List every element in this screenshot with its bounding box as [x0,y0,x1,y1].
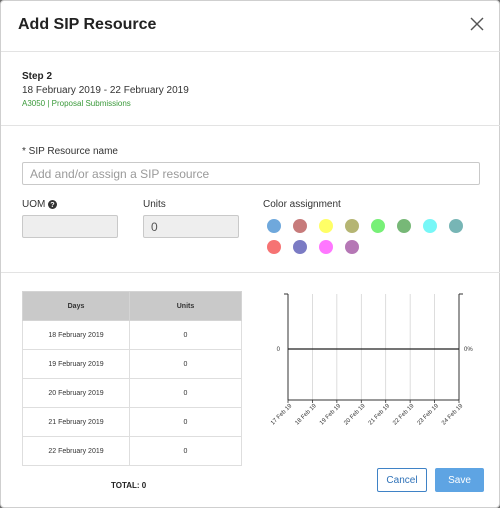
table-row: 18 February 2019 0 [22,320,242,350]
x-tick-label: 24 Feb 19 [441,403,465,427]
color-assignment-label: Color assignment [263,199,341,210]
x-tick-label: 20 Feb 19 [343,403,367,427]
color-swatch[interactable] [423,219,437,233]
save-button[interactable]: Save [435,468,484,492]
x-tick-label: 18 Feb 19 [294,403,318,427]
units-chart: 0 0%17 Feb 19 18 Feb 19 19 Feb 19 20 Feb 19 2… [270,293,473,427]
x-tick-label: 23 Feb 19 [417,403,441,427]
uom-label: UOM [22,199,46,210]
project-label: A3050 | Proposal Submissions [22,99,131,108]
color-swatch[interactable] [449,219,463,233]
table-row: 21 February 2019 0 [22,407,242,437]
days-units-table: Days Units 18 February 2019 0 19 Februar… [22,291,242,466]
dialog-title: Add SIP Resource [18,16,157,33]
color-swatch[interactable] [293,240,307,254]
table-row: 20 February 2019 0 [22,378,242,408]
units-cell[interactable]: 0 [129,378,242,408]
right-axis-label: 0% [464,347,473,353]
units-label: Units [143,199,166,210]
color-swatch[interactable] [345,240,359,254]
step-label: Step 2 [22,71,53,82]
day-cell: 19 February 2019 [22,349,130,379]
x-tick-label: 21 Feb 19 [368,403,392,427]
color-swatch[interactable] [267,240,281,254]
uom-input[interactable] [22,215,118,238]
resource-name-label: * SIP Resource name [22,146,118,157]
units-column-header: Units [129,291,242,321]
units-cell[interactable]: 0 [129,436,242,466]
x-tick-label: 19 Feb 19 [319,403,343,427]
units-cell[interactable]: 0 [129,407,242,437]
form-divider [1,272,500,273]
date-range: 18 February 2019 - 22 February 2019 [22,85,189,96]
add-sip-resource-dialog: Add SIP Resource Step 2 18 February 2019… [0,0,500,508]
uom-label-group: UOM ? [22,199,58,210]
color-swatch[interactable] [267,219,281,233]
units-cell[interactable]: 0 [129,349,242,379]
header-divider [1,51,500,52]
units-cell[interactable]: 0 [129,320,242,350]
days-column-header: Days [22,291,130,321]
svg-text:?: ? [51,200,55,209]
color-swatch[interactable] [371,219,385,233]
close-icon[interactable] [466,13,488,35]
day-cell: 18 February 2019 [22,320,130,350]
color-swatch[interactable] [319,219,333,233]
day-cell: 22 February 2019 [22,436,130,466]
color-swatch[interactable] [345,219,359,233]
day-cell: 21 February 2019 [22,407,130,437]
left-axis-label: 0 [277,347,281,353]
color-swatch[interactable] [319,240,333,254]
resource-name-input[interactable] [22,162,480,185]
x-tick-label: 17 Feb 19 [270,403,294,427]
total-units: TOTAL: 0 [111,481,147,490]
table-row: 19 February 2019 0 [22,349,242,379]
color-swatch[interactable] [293,219,307,233]
table-header-row: Days Units [22,291,242,321]
table-row: 22 February 2019 0 [22,436,242,466]
color-swatch[interactable] [397,219,411,233]
day-cell: 20 February 2019 [22,378,130,408]
help-circle-icon[interactable]: ? [48,200,58,209]
x-tick-label: 22 Feb 19 [392,403,416,427]
cancel-button[interactable]: Cancel [377,468,427,492]
units-input[interactable] [143,215,239,238]
step-divider [1,125,500,126]
